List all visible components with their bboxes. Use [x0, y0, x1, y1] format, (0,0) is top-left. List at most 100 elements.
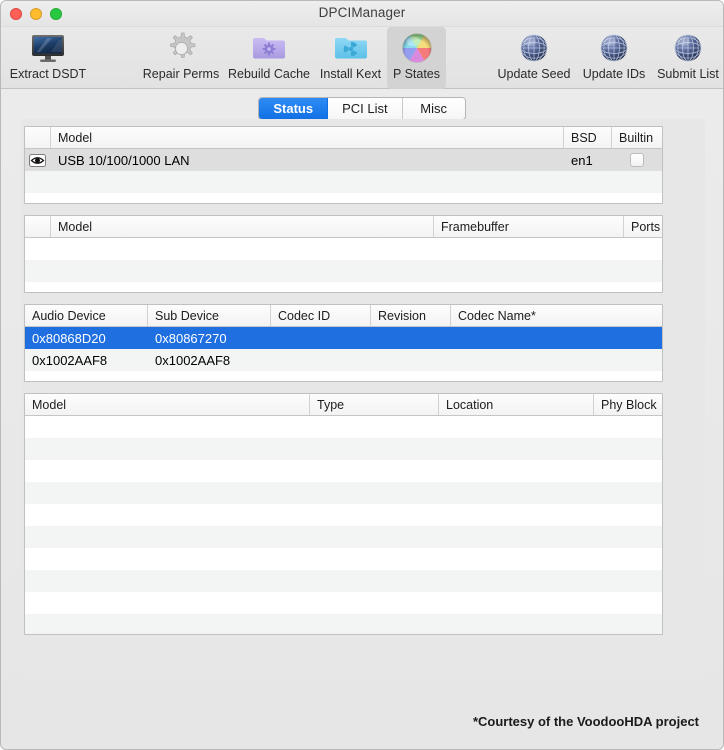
table-cell	[25, 238, 51, 260]
column-header[interactable]: Model	[51, 127, 564, 148]
builtin-checkbox[interactable]	[630, 153, 644, 167]
table-cell	[594, 592, 662, 614]
column-header[interactable]: Builtin	[612, 127, 662, 148]
toolbar-button-p-states[interactable]: P States	[387, 27, 446, 89]
table-row[interactable]	[25, 570, 662, 592]
toolbar-button-submit-list[interactable]: Submit List	[651, 27, 723, 89]
table-cell	[310, 438, 439, 460]
eye-icon[interactable]	[29, 153, 46, 167]
table-cell	[310, 482, 439, 504]
toolbar-button-label: Extract DSDT	[9, 67, 87, 81]
network-table[interactable]: Model BSD Builtin USB 10/100/1000 LAN en1	[24, 126, 663, 204]
audio-table-body: 0x80868D20 0x80867270 0x1002AAF8 0x1002AAF8	[25, 327, 662, 381]
table-cell	[25, 570, 310, 592]
column-header[interactable]: Framebuffer	[434, 216, 624, 237]
table-row[interactable]	[25, 548, 662, 570]
table-cell	[271, 327, 371, 349]
table-cell	[25, 548, 310, 570]
column-header[interactable]: Model	[25, 394, 310, 415]
table-cell	[25, 482, 310, 504]
graphics-table[interactable]: Model Framebuffer Ports	[24, 215, 663, 293]
table-cell	[25, 171, 51, 193]
audio-table[interactable]: Audio Device Sub Device Codec ID Revision Co…	[24, 304, 663, 382]
column-header[interactable]: Model	[51, 216, 434, 237]
toolbar-button-label: Update Seed	[497, 67, 571, 81]
table-cell	[371, 371, 451, 381]
table-row[interactable]	[25, 371, 662, 381]
table-row[interactable]	[25, 416, 662, 438]
table-cell	[25, 460, 310, 482]
table-cell	[371, 349, 451, 371]
toolbar-button-update-seed[interactable]: Update Seed	[491, 27, 577, 89]
column-header[interactable]: Ports	[624, 216, 662, 237]
column-header[interactable]	[25, 127, 51, 148]
column-header[interactable]: Codec ID	[271, 305, 371, 326]
table-cell	[51, 171, 564, 193]
globe-icon	[517, 31, 551, 65]
column-header[interactable]: Audio Device	[25, 305, 148, 326]
column-header[interactable]: Type	[310, 394, 439, 415]
table-row[interactable]: 0x1002AAF8 0x1002AAF8	[25, 349, 662, 371]
table-cell	[594, 526, 662, 548]
table-cell	[434, 282, 624, 292]
globe-icon	[520, 34, 548, 62]
table-row[interactable]	[25, 238, 662, 260]
table-row[interactable]: USB 10/100/1000 LAN en1	[25, 149, 662, 171]
table-row[interactable]: 0x80868D20 0x80867270	[25, 327, 662, 349]
table-cell	[594, 548, 662, 570]
folder-kext-icon	[334, 38, 367, 59]
table-cell	[594, 438, 662, 460]
table-cell	[564, 193, 612, 203]
table-row[interactable]	[25, 504, 662, 526]
table-cell	[439, 526, 594, 548]
toolbar-button-repair-perms[interactable]: Repair Perms	[138, 27, 224, 89]
table-cell	[25, 614, 310, 634]
table-cell	[310, 614, 439, 634]
column-header[interactable]: BSD	[564, 127, 612, 148]
column-header[interactable]: Revision	[371, 305, 451, 326]
column-header[interactable]	[25, 216, 51, 237]
title-bar: DPCIManager	[1, 1, 723, 27]
tab-status[interactable]: Status	[259, 98, 329, 119]
table-row[interactable]	[25, 592, 662, 614]
table-row[interactable]	[25, 193, 662, 203]
table-row[interactable]	[25, 260, 662, 282]
segmented-tab-control: Status PCI List Misc	[258, 97, 466, 120]
graphics-table-header: Model Framebuffer Ports	[25, 216, 662, 238]
column-header[interactable]: Phy Block	[594, 394, 662, 415]
toolbar-button-label: Rebuild Cache	[228, 67, 310, 81]
tab-pci-list[interactable]: PCI List	[328, 98, 403, 119]
table-cell	[310, 548, 439, 570]
column-header[interactable]: Codec Name*	[451, 305, 662, 326]
table-row[interactable]	[25, 171, 662, 193]
table-row[interactable]	[25, 526, 662, 548]
toolbar-button-rebuild-cache[interactable]: Rebuild Cache	[222, 27, 316, 89]
table-row[interactable]	[25, 482, 662, 504]
table-cell	[25, 282, 51, 292]
app-window: DPCIManager Extract DSDT Repair Perms Re…	[0, 0, 724, 750]
storage-table[interactable]: Model Type Location Phy Block	[24, 393, 663, 635]
table-cell	[439, 438, 594, 460]
table-cell	[25, 592, 310, 614]
table-cell	[439, 614, 594, 634]
globe-icon	[597, 31, 631, 65]
table-cell	[51, 260, 434, 282]
tab-misc[interactable]: Misc	[402, 98, 465, 119]
storage-table-header: Model Type Location Phy Block	[25, 394, 662, 416]
column-header[interactable]: Sub Device	[148, 305, 271, 326]
toolbar-button-extract-dsdt[interactable]: Extract DSDT	[5, 27, 91, 89]
toolbar-button-update-ids[interactable]: Update IDs	[575, 27, 653, 89]
table-row[interactable]	[25, 460, 662, 482]
table-row[interactable]	[25, 282, 662, 292]
column-header[interactable]: Location	[439, 394, 594, 415]
folder-gear-icon	[253, 38, 285, 59]
toolbar-button-install-kext[interactable]: Install Kext	[314, 27, 387, 89]
table-cell	[612, 149, 662, 171]
table-row[interactable]	[25, 614, 662, 634]
footnote-text: *Courtesy of the VoodooHDA project	[472, 714, 699, 729]
table-cell	[51, 238, 434, 260]
table-row[interactable]	[25, 438, 662, 460]
table-cell	[271, 349, 371, 371]
table-cell	[439, 460, 594, 482]
table-cell	[439, 548, 594, 570]
